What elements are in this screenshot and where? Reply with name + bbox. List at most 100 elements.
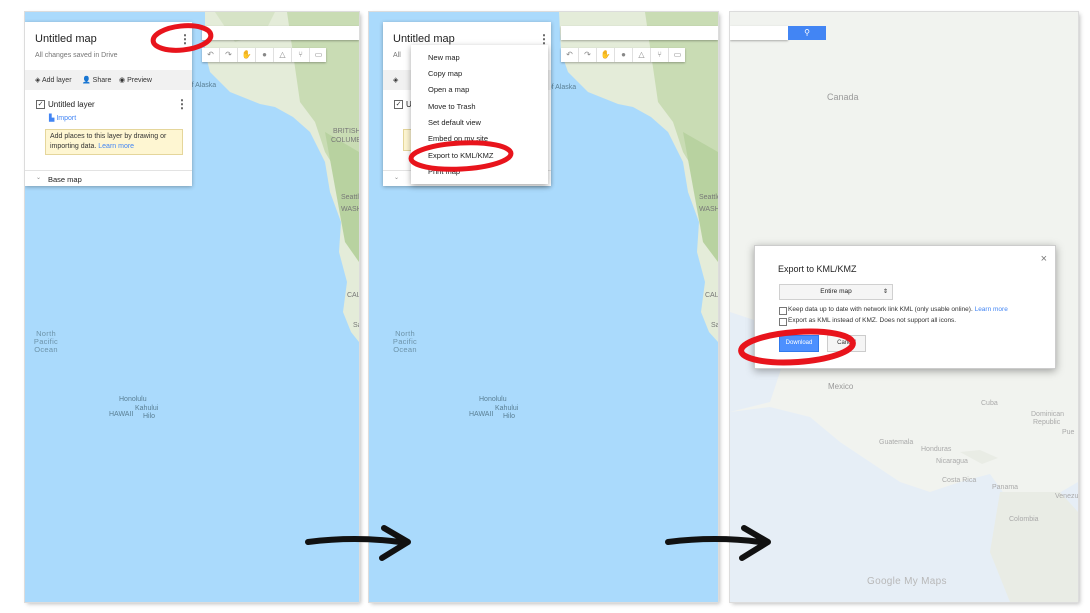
search-button[interactable]: ⚲	[788, 26, 826, 40]
menu-item-move-to-trash[interactable]: Move to Trash	[428, 102, 476, 111]
download-button[interactable]: Download	[779, 335, 819, 352]
directions-icon[interactable]: ⑂	[651, 48, 669, 62]
menu-item-open-map[interactable]: Open a map	[428, 85, 469, 94]
redo-icon[interactable]: ↷	[579, 48, 597, 62]
menu-item-copy-map[interactable]: Copy map	[428, 69, 462, 78]
map-label-british: BRITISH	[333, 128, 359, 135]
map-label-colombia: Colombia	[1009, 516, 1039, 523]
map-label-cal: CAL	[347, 292, 359, 299]
export-scope-select[interactable]: Entire map ⇕	[779, 284, 893, 300]
menu-item-new-map[interactable]: New map	[428, 53, 460, 62]
arrow-icon	[305, 525, 411, 561]
redo-icon[interactable]: ↷	[220, 48, 238, 62]
search-input[interactable]	[730, 26, 788, 40]
learn-more-link[interactable]: Learn more	[975, 306, 1008, 313]
share-label: Share	[92, 77, 112, 84]
network-link-checkbox[interactable]	[779, 307, 787, 315]
menu-item-embed[interactable]: Embed on my site	[428, 134, 488, 143]
directions-icon[interactable]: ⑂	[292, 48, 310, 62]
ruler-icon[interactable]: ▭	[669, 48, 686, 62]
save-status: All	[393, 52, 401, 59]
layers-icon: ◈	[35, 77, 41, 84]
map-options-kebab-icon[interactable]: ⋮	[538, 33, 550, 45]
preview-button[interactable]: ◉ Preview	[119, 76, 152, 84]
map-title[interactable]: Untitled map	[35, 33, 97, 45]
map-label-wash: WASH	[341, 206, 359, 213]
map-label-republic: Republic	[1033, 419, 1061, 426]
import-link[interactable]: ▙ Import	[49, 114, 76, 122]
import-label: Import	[56, 115, 77, 122]
layer-toolbar: ◈ Add layer 👤 Share ◉ Preview	[25, 70, 192, 90]
map-label-kahului: Kahului	[495, 405, 519, 412]
map-label-hilo: Hilo	[143, 413, 156, 420]
ruler-icon[interactable]: ▭	[310, 48, 327, 62]
select-value: Entire map	[820, 288, 852, 295]
map-label-puerto: Pue	[1062, 429, 1075, 436]
map-label-honolulu: Honolulu	[119, 396, 147, 403]
hand-icon[interactable]: ✋	[238, 48, 256, 62]
chevron-updown-icon: ⇕	[882, 289, 888, 295]
add-layer-label: Add layer	[41, 77, 72, 84]
export-dialog: Export to KML/KMZ × Entire map ⇕ Keep da…	[754, 245, 1056, 369]
map-options-kebab-icon[interactable]: ⋮	[179, 33, 191, 45]
map-label-kahului: Kahului	[135, 405, 159, 412]
add-layer-button[interactable]: ◈ Add layer	[35, 76, 72, 84]
map-panel-card: Untitled map All changes saved in Drive …	[25, 22, 192, 186]
search-input[interactable]	[561, 26, 718, 40]
preview-label: Preview	[127, 77, 152, 84]
map-panel-2: Gulf of Alaska Seattle WASH CAL Sa North…	[369, 12, 718, 602]
add-person-icon: 👤	[82, 77, 91, 84]
map-panel-1: Gulf of Alaska BRITISH COLUMBI Seattle W…	[25, 12, 359, 602]
save-status: All changes saved in Drive	[35, 52, 118, 59]
share-button[interactable]: 👤 Share	[82, 76, 111, 84]
map-label-wash: WASH	[699, 206, 718, 213]
network-link-label: Keep data up to date with network link K…	[788, 306, 973, 313]
layer-checkbox[interactable]: ✓	[36, 100, 45, 109]
kml-instead-checkbox[interactable]	[779, 318, 787, 326]
map-label-costarica: Costa Rica	[942, 477, 977, 484]
map-label-mexico: Mexico	[828, 382, 854, 391]
map-label-cal: CAL	[705, 292, 718, 299]
layers-icon[interactable]: ◈	[393, 76, 398, 84]
layer-checkbox[interactable]: ✓	[394, 100, 403, 109]
divider	[25, 170, 192, 171]
marker-icon[interactable]: ●	[256, 48, 274, 62]
draw-line-icon[interactable]: △	[633, 48, 651, 62]
map-label-nicaragua: Nicaragua	[936, 458, 968, 465]
layer-hint-box: Add places to this layer by drawing or i…	[45, 129, 183, 155]
close-icon[interactable]: ×	[1041, 253, 1047, 265]
learn-more-link[interactable]: Learn more	[98, 143, 134, 150]
menu-item-set-default-view[interactable]: Set default view	[428, 118, 481, 127]
dialog-title: Export to KML/KMZ	[778, 264, 857, 274]
map-title[interactable]: Untitled map	[393, 33, 455, 45]
cancel-button[interactable]: Cancel	[827, 335, 866, 352]
draw-line-icon[interactable]: △	[274, 48, 292, 62]
kml-instead-label: Export as KML instead of KMZ. Does not s…	[788, 317, 957, 324]
search-input[interactable]	[202, 26, 359, 40]
marker-icon[interactable]: ●	[615, 48, 633, 62]
map-label-cuba: Cuba	[981, 400, 998, 407]
hand-icon[interactable]: ✋	[597, 48, 615, 62]
eye-icon: ◉	[119, 77, 126, 84]
undo-icon[interactable]: ↶	[202, 48, 220, 62]
layer-options-kebab-icon[interactable]: ⋮	[176, 98, 188, 110]
base-map-label[interactable]: Base map	[48, 175, 82, 184]
search-icon: ⚲	[804, 28, 810, 37]
expand-icon[interactable]: ⌄	[36, 174, 41, 181]
expand-icon[interactable]: ⌄	[394, 174, 399, 181]
file-icon: ▙	[49, 115, 55, 122]
layer-name[interactable]: Untitled layer	[48, 100, 95, 109]
map-label-canada: Canada	[827, 92, 859, 102]
map-panel-3: ⚲ Canada Mexico Cuba Dominican Republic …	[730, 12, 1078, 602]
map-label-columbia: COLUMBI	[331, 137, 359, 144]
map-label-guatemala: Guatemala	[879, 439, 914, 446]
map-toolbar: ↶ ↷ ✋ ● △ ⑂ ▭	[561, 48, 685, 62]
map-label-dominican: Dominican	[1031, 411, 1065, 418]
map-label-hawaii: HAWAII	[469, 411, 494, 418]
undo-icon[interactable]: ↶	[561, 48, 579, 62]
network-link-option: Keep data up to date with network link K…	[788, 306, 1008, 313]
map-label-ocean-3: Ocean	[34, 345, 58, 354]
menu-item-export-kml[interactable]: Export to KML/KMZ	[428, 151, 493, 160]
google-my-maps-logo: Google My Maps	[867, 576, 947, 587]
menu-item-print-map[interactable]: Print map	[428, 167, 460, 176]
